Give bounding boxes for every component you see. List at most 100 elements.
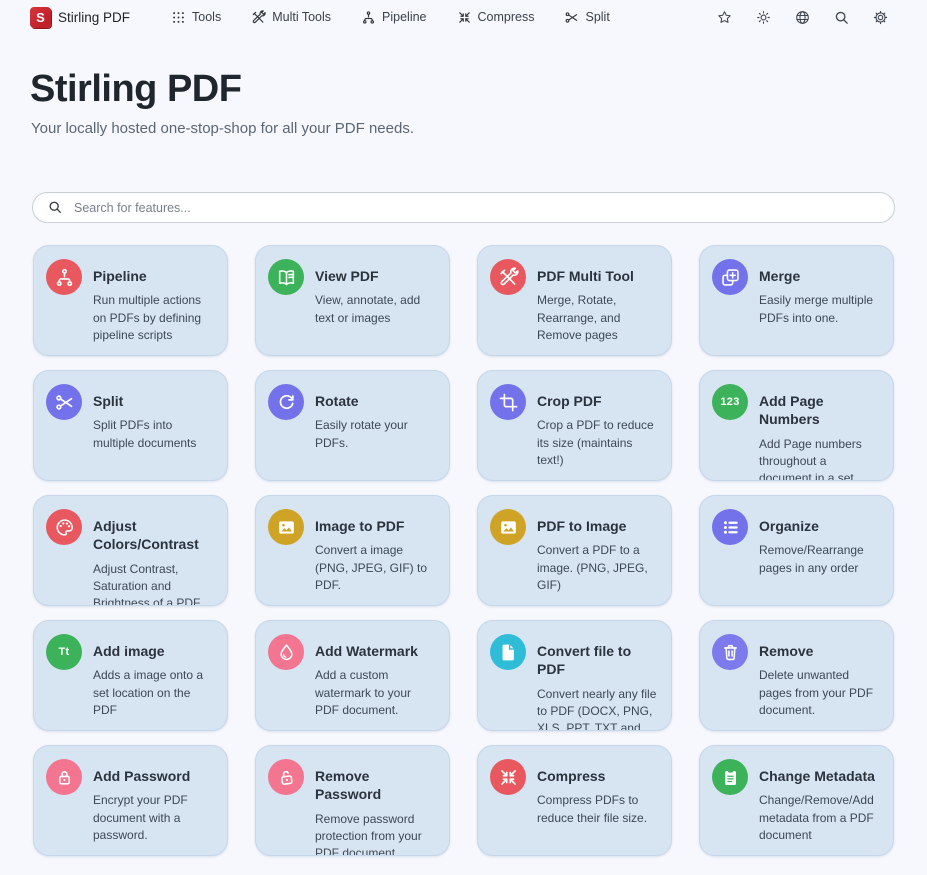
star-icon[interactable] xyxy=(715,8,733,26)
card-pipeline[interactable]: Pipeline Run multiple actions on PDFs by… xyxy=(33,245,228,356)
stirling-logo-icon: S xyxy=(30,7,51,28)
card-description: Remove/Rearrange pages in any order xyxy=(759,542,881,576)
card-description: Convert a image (PNG, JPEG, GIF) to PDF. xyxy=(315,542,437,593)
nav-item-tools[interactable]: Tools xyxy=(156,10,236,25)
nav-menu: Tools Multi Tools Pipeline Compress Spli… xyxy=(156,10,625,25)
sun-icon[interactable] xyxy=(754,8,772,26)
card-description: Delete unwanted pages from your PDF docu… xyxy=(759,667,881,718)
card-description: Easily merge multiple PDFs into one. xyxy=(759,292,881,326)
card-title: Remove Password xyxy=(315,767,437,804)
card-convert-file-to-pdf[interactable]: Convert file to PDF Convert nearly any f… xyxy=(477,620,672,731)
card-view-pdf[interactable]: View PDF View, annotate, add text or ima… xyxy=(255,245,450,356)
book-open-icon xyxy=(268,259,304,295)
merge-icon xyxy=(712,259,748,295)
tools-icon xyxy=(490,259,526,295)
icon-glyph-text: Tt xyxy=(59,646,70,658)
rotate-icon xyxy=(268,384,304,420)
nav-actions xyxy=(715,8,913,26)
palette-icon xyxy=(46,509,82,545)
brand[interactable]: S Stirling PDF xyxy=(30,7,130,28)
hero-section: Stirling PDF Your locally hosted one-sto… xyxy=(0,34,927,137)
card-description: Convert nearly any file to PDF (DOCX, PN… xyxy=(537,686,659,731)
card-add-password[interactable]: Add Password Encrypt your PDF document w… xyxy=(33,745,228,856)
pipeline-icon xyxy=(46,259,82,295)
feature-search xyxy=(32,192,895,223)
card-title: Add Password xyxy=(93,767,215,785)
nav-item-label: Pipeline xyxy=(382,10,426,24)
nav-item-label: Compress xyxy=(478,10,535,24)
card-title: Compress xyxy=(537,767,659,785)
nav-item-label: Split xyxy=(585,10,609,24)
card-remove[interactable]: Remove Delete unwanted pages from your P… xyxy=(699,620,894,731)
card-description: Adds a image onto a set location on the … xyxy=(93,667,215,718)
card-description: Split PDFs into multiple documents xyxy=(93,417,215,451)
nav-item-multi-tools[interactable]: Multi Tools xyxy=(236,10,346,25)
grid-icon xyxy=(171,10,186,25)
nav-item-split[interactable]: Split xyxy=(549,10,624,25)
card-description: Encrypt your PDF document with a passwor… xyxy=(93,792,215,843)
card-rotate[interactable]: Rotate Easily rotate your PDFs. xyxy=(255,370,450,481)
compress-icon xyxy=(490,759,526,795)
lock-icon xyxy=(46,759,82,795)
card-description: Adjust Contrast, Saturation and Brightne… xyxy=(93,561,215,606)
card-title: Crop PDF xyxy=(537,392,659,410)
unlock-icon xyxy=(268,759,304,795)
card-title: Rotate xyxy=(315,392,437,410)
gear-icon[interactable] xyxy=(871,8,889,26)
card-description: Add a custom watermark to your PDF docum… xyxy=(315,667,437,718)
card-organize[interactable]: Organize Remove/Rearrange pages in any o… xyxy=(699,495,894,606)
card-image-to-pdf[interactable]: Image to PDF Convert a image (PNG, JPEG,… xyxy=(255,495,450,606)
card-description: Change/Remove/Add metadata from a PDF do… xyxy=(759,792,881,843)
nav-item-label: Multi Tools xyxy=(272,10,331,24)
clipboard-icon xyxy=(712,759,748,795)
card-title: Change Metadata xyxy=(759,767,881,785)
pipeline-icon xyxy=(361,10,376,25)
nav-item-pipeline[interactable]: Pipeline xyxy=(346,10,441,25)
card-title: Split xyxy=(93,392,215,410)
numbers-icon: 123 xyxy=(712,384,748,420)
card-add-page-numbers[interactable]: 123 Add Page Numbers Add Page numbers th… xyxy=(699,370,894,481)
globe-icon[interactable] xyxy=(793,8,811,26)
card-split[interactable]: Split Split PDFs into multiple documents xyxy=(33,370,228,481)
crop-icon xyxy=(490,384,526,420)
page-subtitle: Your locally hosted one-stop-shop for al… xyxy=(31,120,897,137)
card-pdf-to-image[interactable]: PDF to Image Convert a PDF to a image. (… xyxy=(477,495,672,606)
card-compress[interactable]: Compress Compress PDFs to reduce their f… xyxy=(477,745,672,856)
card-title: PDF Multi Tool xyxy=(537,267,659,285)
text-icon: Tt xyxy=(46,634,82,670)
card-title: Remove xyxy=(759,642,881,660)
image-icon xyxy=(268,509,304,545)
card-title: Add Watermark xyxy=(315,642,437,660)
feature-card-grid: Pipeline Run multiple actions on PDFs by… xyxy=(33,245,894,856)
card-crop-pdf[interactable]: Crop PDF Crop a PDF to reduce its size (… xyxy=(477,370,672,481)
card-description: Remove password protection from your PDF… xyxy=(315,811,437,856)
card-title: Adjust Colors/Contrast xyxy=(93,517,215,554)
card-title: Organize xyxy=(759,517,881,535)
card-remove-password[interactable]: Remove Password Remove password protecti… xyxy=(255,745,450,856)
card-title: Merge xyxy=(759,267,881,285)
card-title: View PDF xyxy=(315,267,437,285)
card-add-watermark[interactable]: Add Watermark Add a custom watermark to … xyxy=(255,620,450,731)
card-description: Compress PDFs to reduce their file size. xyxy=(537,792,659,826)
nav-item-label: Tools xyxy=(192,10,221,24)
card-description: Run multiple actions on PDFs by defining… xyxy=(93,292,215,343)
card-description: Crop a PDF to reduce its size (maintains… xyxy=(537,417,659,468)
card-change-metadata[interactable]: Change Metadata Change/Remove/Add metada… xyxy=(699,745,894,856)
card-merge[interactable]: Merge Easily merge multiple PDFs into on… xyxy=(699,245,894,356)
page-title: Stirling PDF xyxy=(30,68,897,111)
card-description: Easily rotate your PDFs. xyxy=(315,417,437,451)
icon-glyph-text: 123 xyxy=(720,396,739,408)
drop-icon xyxy=(268,634,304,670)
compress-icon xyxy=(457,10,472,25)
card-pdf-multi-tool[interactable]: PDF Multi Tool Merge, Rotate, Rearrange,… xyxy=(477,245,672,356)
top-navbar: S Stirling PDF Tools Multi Tools Pipelin… xyxy=(0,0,927,34)
trash-icon xyxy=(712,634,748,670)
card-title: PDF to Image xyxy=(537,517,659,535)
card-add-image[interactable]: Tt Add image Adds a image onto a set loc… xyxy=(33,620,228,731)
search-icon[interactable] xyxy=(832,8,850,26)
search-input[interactable] xyxy=(32,192,895,223)
scissors-icon xyxy=(564,10,579,25)
nav-item-compress[interactable]: Compress xyxy=(442,10,550,25)
card-adjust-colors-contrast[interactable]: Adjust Colors/Contrast Adjust Contrast, … xyxy=(33,495,228,606)
card-description: Merge, Rotate, Rearrange, and Remove pag… xyxy=(537,292,659,343)
